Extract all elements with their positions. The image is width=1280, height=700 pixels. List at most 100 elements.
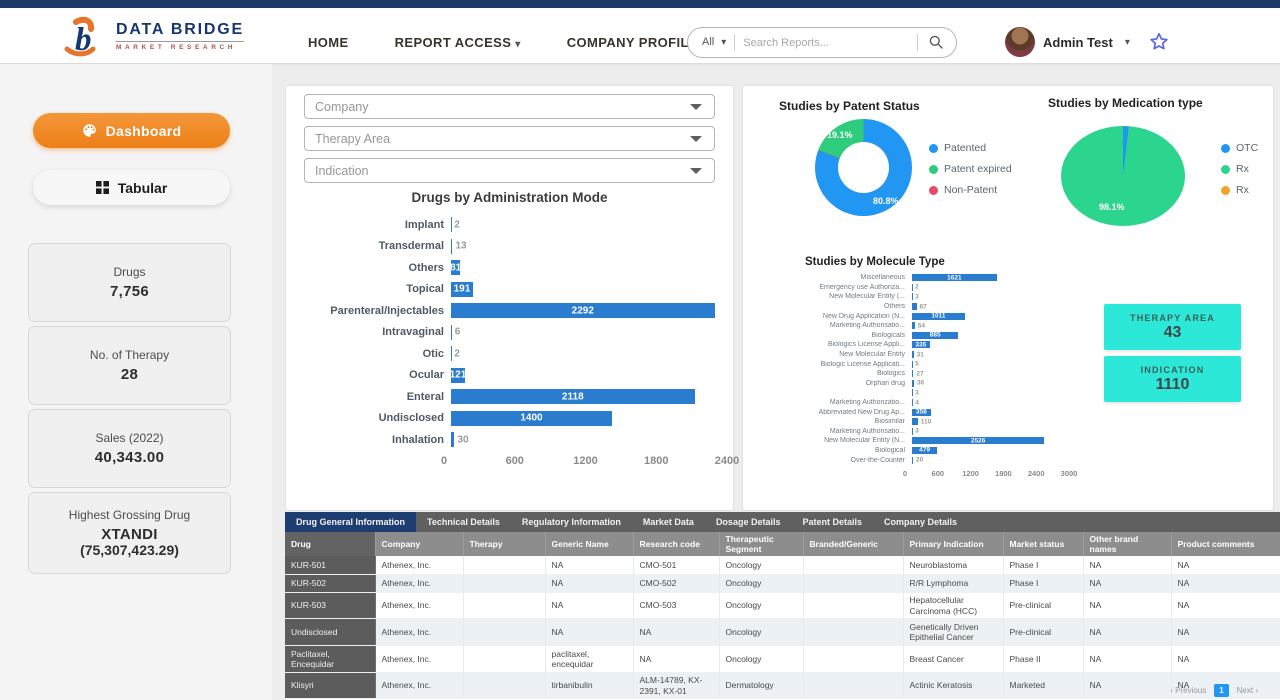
table-body: KUR-501Athenex, Inc.NACMO-501OncologyNeu… xyxy=(285,556,1280,699)
company-filter-dropdown[interactable]: Company xyxy=(304,94,715,119)
table-cell: Genetically Driven Epithelial Cancer xyxy=(903,619,1003,646)
legend-label: OTC xyxy=(1236,142,1258,154)
table-cell: Athenex, Inc. xyxy=(375,592,463,618)
tab-regulatory-information[interactable]: Regulatory Information xyxy=(511,512,632,532)
tab-market-data[interactable]: Market Data xyxy=(632,512,705,532)
sidebar-item-tabular[interactable]: Tabular xyxy=(33,170,230,205)
nav-report-access[interactable]: REPORT ACCESS▾ xyxy=(395,35,521,50)
palette-icon xyxy=(82,123,97,138)
category-label: New Molecular Entity (N... xyxy=(747,437,912,444)
bar-value: 1621 xyxy=(947,274,961,281)
table-cell xyxy=(803,646,903,673)
legend-label: Patent expired xyxy=(944,163,1012,175)
table-cell: Oncology xyxy=(719,574,803,592)
tab-technical-details[interactable]: Technical Details xyxy=(416,512,511,532)
column-header: Product comments xyxy=(1171,532,1280,556)
table-cell: Klisyri xyxy=(285,673,375,699)
search-bar: All▾ xyxy=(687,27,957,58)
chart-row: Topical191 xyxy=(292,279,727,301)
drug-data-table: DrugCompanyTherapyGeneric NameResearch c… xyxy=(285,532,1280,699)
search-icon[interactable] xyxy=(917,34,956,51)
indication-filter-dropdown[interactable]: Indication xyxy=(304,158,715,183)
bar-value: 2 xyxy=(454,348,460,359)
bar-value: 2 xyxy=(454,219,460,230)
kpi-title: THERAPY AREA xyxy=(1130,313,1215,323)
nav-company-profile[interactable]: COMPANY PROFILE xyxy=(567,35,698,50)
chart-row: Emergency use Authoriza...2 xyxy=(747,283,1069,293)
table-cell: NA xyxy=(1083,646,1171,673)
category-label: Parenteral/Injectables xyxy=(292,305,451,317)
table-row: UndisclosedAthenex, Inc.NANAOncologyGene… xyxy=(285,619,1280,646)
table-cell: KUR-501 xyxy=(285,556,375,574)
bar-track: 191 xyxy=(451,282,727,297)
chart-row: Enteral2118 xyxy=(292,386,727,408)
stat-label: Sales (2022) xyxy=(95,431,163,445)
chart-row: Ocular121 xyxy=(292,365,727,387)
search-scope-dropdown[interactable]: All▾ xyxy=(688,34,735,51)
bar-track: 2 xyxy=(451,217,727,232)
kpi-value: 43 xyxy=(1164,324,1182,342)
bar xyxy=(912,322,915,329)
stat-value: 40,343.00 xyxy=(95,449,164,466)
stat-value: 28 xyxy=(121,366,138,383)
favorite-star-icon[interactable] xyxy=(1148,31,1170,58)
column-header: Therapy xyxy=(463,532,545,556)
data-bridge-logo-icon: b xyxy=(62,15,108,57)
donut-slice-label: 80.8% xyxy=(873,196,899,206)
category-label: Undisclosed xyxy=(292,412,451,424)
table-cell: Oncology xyxy=(719,619,803,646)
category-label: Marketing Authorisatio... xyxy=(747,322,912,329)
tab-drug-general-information[interactable]: Drug General Information xyxy=(285,512,416,532)
therapy-area-filter-dropdown[interactable]: Therapy Area xyxy=(304,126,715,151)
table-cell xyxy=(803,574,903,592)
chevron-down-icon: ▾ xyxy=(1125,37,1130,48)
medication-type-pie-chart: 98.1% xyxy=(1061,126,1185,226)
bar-track: 87 xyxy=(912,303,1069,310)
axis-tick: 3000 xyxy=(1061,469,1078,478)
column-header: Generic Name xyxy=(545,532,633,556)
table-cell xyxy=(463,574,545,592)
bar-value: 5 xyxy=(915,361,919,368)
table-row: KUR-502Athenex, Inc.NACMO-502OncologyR/R… xyxy=(285,574,1280,592)
user-menu[interactable]: Admin Test ▾ xyxy=(1005,27,1130,57)
table-cell: NA xyxy=(545,556,633,574)
bar-track: 54 xyxy=(912,322,1069,329)
page-number-button[interactable]: 1 xyxy=(1214,684,1228,697)
chart-row: Inhalation30 xyxy=(292,429,727,451)
stat-label: Highest Grossing Drug xyxy=(69,508,190,522)
previous-page-button[interactable]: ‹ Previous xyxy=(1170,686,1206,695)
sidebar-item-label: Dashboard xyxy=(106,123,182,139)
table-cell: NA xyxy=(545,619,633,646)
tab-company-details[interactable]: Company Details xyxy=(873,512,968,532)
table-cell xyxy=(463,646,545,673)
chevron-down-icon: ▾ xyxy=(515,39,520,50)
main-nav: HOME REPORT ACCESS▾ COMPANY PROFILE xyxy=(308,35,698,50)
brand-logo[interactable]: b DATA BRIDGE MARKET RESEARCH xyxy=(62,15,244,57)
table-cell: Paclitaxel, Encequidar xyxy=(285,646,375,673)
nav-home[interactable]: HOME xyxy=(308,35,349,50)
bar-track: 885 xyxy=(912,332,1069,339)
stat-card-therapy: No. of Therapy 28 xyxy=(28,326,231,405)
bar-value: 3 xyxy=(915,389,919,396)
x-axis: 06001200180024003000 xyxy=(905,465,1069,481)
legend-color-dot xyxy=(929,186,938,195)
bar-value: 3 xyxy=(915,293,919,300)
table-cell xyxy=(803,592,903,618)
avatar[interactable] xyxy=(1005,27,1035,57)
table-cell: NA xyxy=(1171,592,1280,618)
tab-patent-details[interactable]: Patent Details xyxy=(791,512,873,532)
next-page-button[interactable]: Next › xyxy=(1237,686,1258,695)
category-label: Others xyxy=(292,262,451,274)
x-axis: 0600120018002400 xyxy=(444,451,727,467)
sidebar-item-dashboard[interactable]: Dashboard xyxy=(33,113,230,148)
search-input[interactable] xyxy=(735,37,917,49)
chart-row: Biologics License Appli...335 xyxy=(747,340,1069,350)
axis-tick: 1800 xyxy=(995,469,1012,478)
bar-track: 2526 xyxy=(912,437,1069,444)
chart-row: Biologicals885 xyxy=(747,331,1069,341)
chart-title-medication-type: Studies by Medication type xyxy=(1048,96,1203,110)
tab-dosage-details[interactable]: Dosage Details xyxy=(705,512,792,532)
bar-value: 31 xyxy=(917,351,924,358)
kpi-title: INDICATION xyxy=(1141,365,1205,375)
bar xyxy=(451,325,452,340)
